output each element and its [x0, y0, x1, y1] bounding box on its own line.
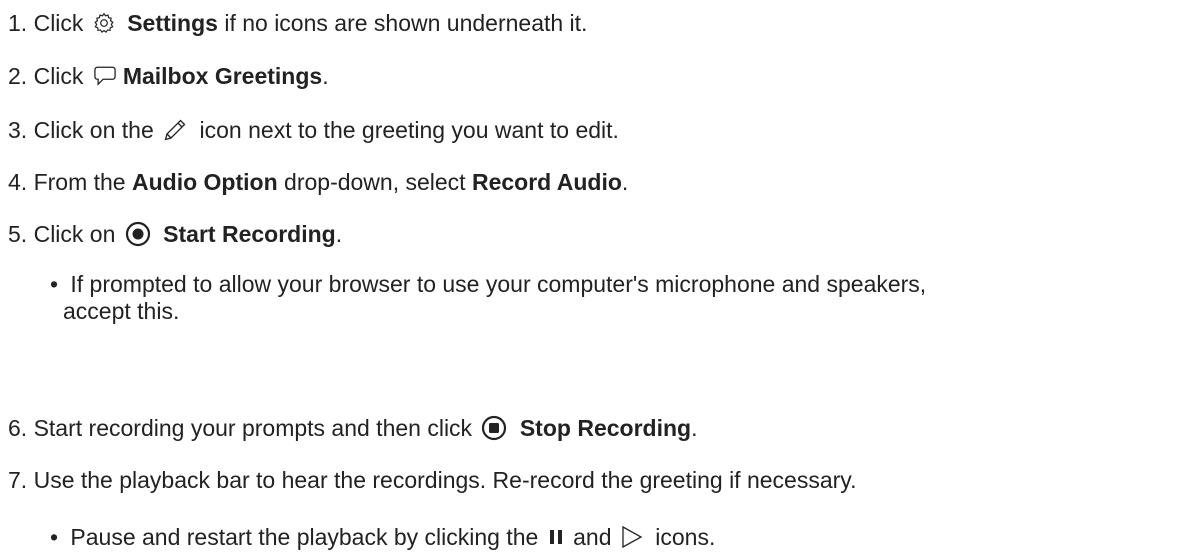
bullet-text: Pause and restart the playback by clicki… [70, 524, 539, 550]
step-text: Click [33, 10, 84, 36]
step-number: 4. [8, 169, 28, 195]
bullet-text: and [573, 524, 612, 550]
step-number: 6. [8, 415, 28, 441]
step-text: . [691, 415, 698, 441]
step-5: 5. Click on Start Recording. [8, 220, 342, 249]
step-text: . [621, 169, 629, 195]
stop-icon [481, 415, 507, 441]
pencil-icon [163, 118, 187, 142]
settings-label: Settings [127, 10, 218, 36]
step-6: 6. Start recording your prompts and then… [8, 414, 697, 443]
step-text: Click [33, 63, 84, 89]
step-number: 5. [8, 221, 28, 247]
audio-option-label: Audio Option [132, 169, 278, 195]
list-item-continuation: accept this. [63, 297, 179, 325]
step-7: 7. Use the playback bar to hear the reco… [8, 466, 856, 494]
bullet-text: If prompted to allow your browser to use… [70, 271, 927, 297]
gear-icon [93, 12, 115, 34]
step-2: 2. Click Mailbox Greetings. [8, 62, 329, 90]
step-text: . [335, 221, 343, 247]
step-4: 4. From the Audio Option drop-down, sele… [8, 168, 628, 196]
step-1: 1. Click Settings if no icons are shown … [8, 9, 587, 37]
step-text: From the [33, 169, 126, 195]
step-text: icon next to the greeting you want to ed… [199, 117, 619, 143]
pause-icon [547, 528, 565, 546]
record-audio-label: Record Audio [471, 169, 622, 195]
record-icon [125, 221, 151, 247]
step-text: Click on the [33, 117, 154, 143]
step-3: 3. Click on the icon next to the greetin… [8, 116, 619, 144]
stop-recording-label: Stop Recording [519, 415, 692, 441]
list-item: • Pause and restart the playback by clic… [50, 523, 715, 551]
step-number: 7. [8, 467, 28, 493]
bullet-text: accept this. [63, 298, 180, 324]
start-recording-label: Start Recording [163, 221, 336, 247]
step-text: Start recording your prompts and then cl… [33, 415, 473, 441]
step-number: 3. [8, 117, 28, 143]
list-item: • If prompted to allow your browser to u… [50, 270, 926, 298]
step-text: Use the playback bar to hear the recordi… [33, 467, 857, 493]
bullet: • [50, 271, 59, 297]
bullet: • [50, 524, 59, 550]
bullet-text: icons. [655, 524, 716, 550]
step-text: . [322, 63, 329, 89]
step-text: drop-down, select [284, 169, 466, 195]
step-text: Click on [33, 221, 116, 247]
step-text: if no icons are shown underneath it. [224, 10, 588, 36]
step-number: 1. [8, 10, 28, 36]
step-number: 2. [8, 63, 28, 89]
play-icon [621, 525, 643, 549]
mailbox-greetings-label: Mailbox Greetings [122, 63, 323, 89]
speech-bubble-icon [93, 65, 117, 87]
